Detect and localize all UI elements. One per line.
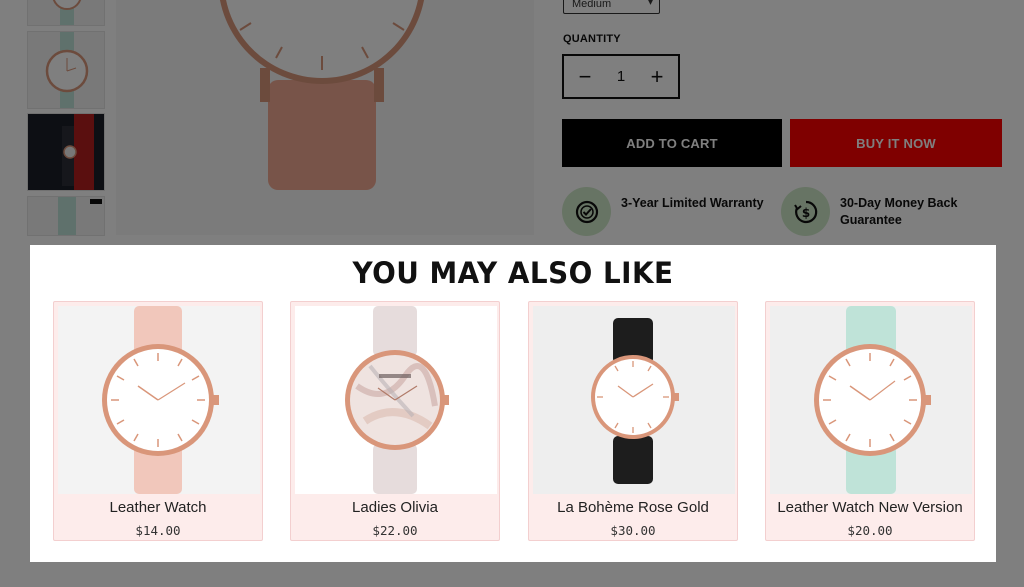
product-name[interactable]: Leather Watch New Version: [766, 499, 974, 516]
product-card[interactable]: Leather Watch New Version $20.00: [765, 301, 975, 541]
product-image[interactable]: [58, 306, 260, 494]
product-price: $20.00: [847, 523, 893, 538]
product-image[interactable]: [533, 306, 735, 494]
related-products-modal: YOU MAY ALSO LIKE Leather Watch $14.00 L…: [30, 245, 996, 562]
product-price: $14.00: [135, 523, 181, 538]
product-card[interactable]: Ladies Olivia $22.00: [290, 301, 500, 541]
product-image[interactable]: [770, 306, 972, 494]
product-name[interactable]: La Bohème Rose Gold: [529, 499, 737, 516]
product-price: $30.00: [610, 523, 656, 538]
product-price: $22.00: [372, 523, 418, 538]
product-card[interactable]: Leather Watch $14.00: [53, 301, 263, 541]
product-card[interactable]: La Bohème Rose Gold $30.00: [528, 301, 738, 541]
related-products-title: YOU MAY ALSO LIKE: [352, 256, 674, 290]
product-image[interactable]: [295, 306, 497, 494]
product-name[interactable]: Leather Watch: [54, 499, 262, 516]
product-name[interactable]: Ladies Olivia: [291, 499, 499, 516]
